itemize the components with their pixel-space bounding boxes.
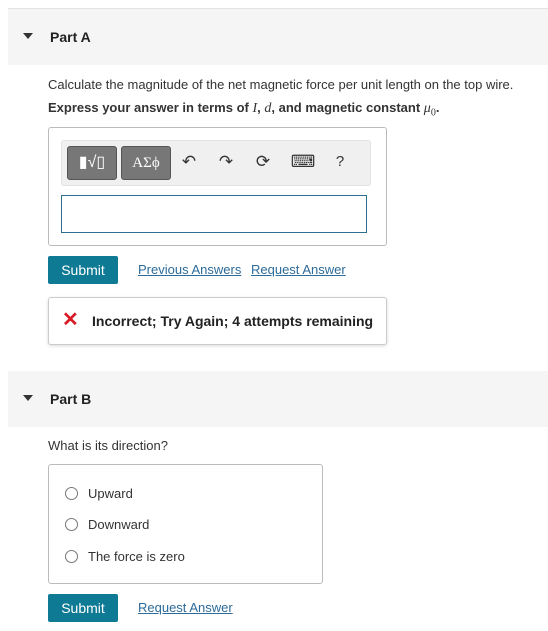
help-icon[interactable]: ?	[330, 152, 350, 172]
part-a-instruction: Express your answer in terms of I, d, an…	[48, 100, 440, 119]
feedback-message: Incorrect; Try Again; 4 attempts remaini…	[92, 313, 374, 329]
part-a-request-answer-link[interactable]: Request Answer	[251, 262, 346, 277]
answer-input[interactable]	[61, 195, 367, 233]
keyboard-icon[interactable]: ⌨	[290, 152, 316, 172]
part-a-question: Calculate the magnitude of the net magne…	[48, 77, 514, 92]
caret-down-icon[interactable]	[23, 395, 33, 401]
option-zero[interactable]: The force is zero	[65, 548, 185, 564]
part-a-header[interactable]: Part A	[8, 9, 548, 65]
mu-symbol: μ	[423, 101, 431, 116]
templates-button[interactable]: ▮√▯	[67, 146, 117, 180]
templates-icon: ▮√▯	[78, 154, 106, 171]
previous-answers-link[interactable]: Previous Answers	[138, 262, 241, 277]
part-b-submit-button[interactable]: Submit	[48, 594, 118, 622]
redo-icon[interactable]: ↷	[216, 152, 236, 172]
option-upward[interactable]: Upward	[65, 485, 133, 501]
choices-box: Upward Downward The force is zero	[48, 464, 323, 584]
answer-box: ▮√▯ ΑΣϕ ↶ ↷ ⟳ ⌨ ?	[48, 127, 387, 246]
part-b-title: Part B	[50, 391, 92, 407]
option-downward[interactable]: Downward	[65, 516, 149, 532]
greek-symbols-icon: ΑΣϕ	[132, 155, 160, 171]
part-b-header[interactable]: Part B	[8, 371, 548, 427]
incorrect-x-icon: ✕	[62, 309, 79, 331]
part-b-request-answer-link[interactable]: Request Answer	[138, 600, 233, 615]
reset-icon[interactable]: ⟳	[253, 152, 273, 172]
undo-icon[interactable]: ↶	[179, 152, 199, 172]
symbols-button[interactable]: ΑΣϕ	[121, 146, 171, 180]
radio-button[interactable]	[65, 550, 78, 564]
part-b-question: What is its direction?	[48, 438, 168, 453]
caret-down-icon[interactable]	[23, 33, 33, 39]
math-toolbar: ▮√▯ ΑΣϕ ↶ ↷ ⟳ ⌨ ?	[61, 140, 371, 186]
radio-button[interactable]	[65, 518, 78, 532]
part-a-title: Part A	[50, 29, 91, 45]
part-a-submit-button[interactable]: Submit	[48, 256, 118, 284]
radio-button[interactable]	[65, 487, 78, 501]
feedback-box: ✕ Incorrect; Try Again; 4 attempts remai…	[48, 297, 387, 345]
